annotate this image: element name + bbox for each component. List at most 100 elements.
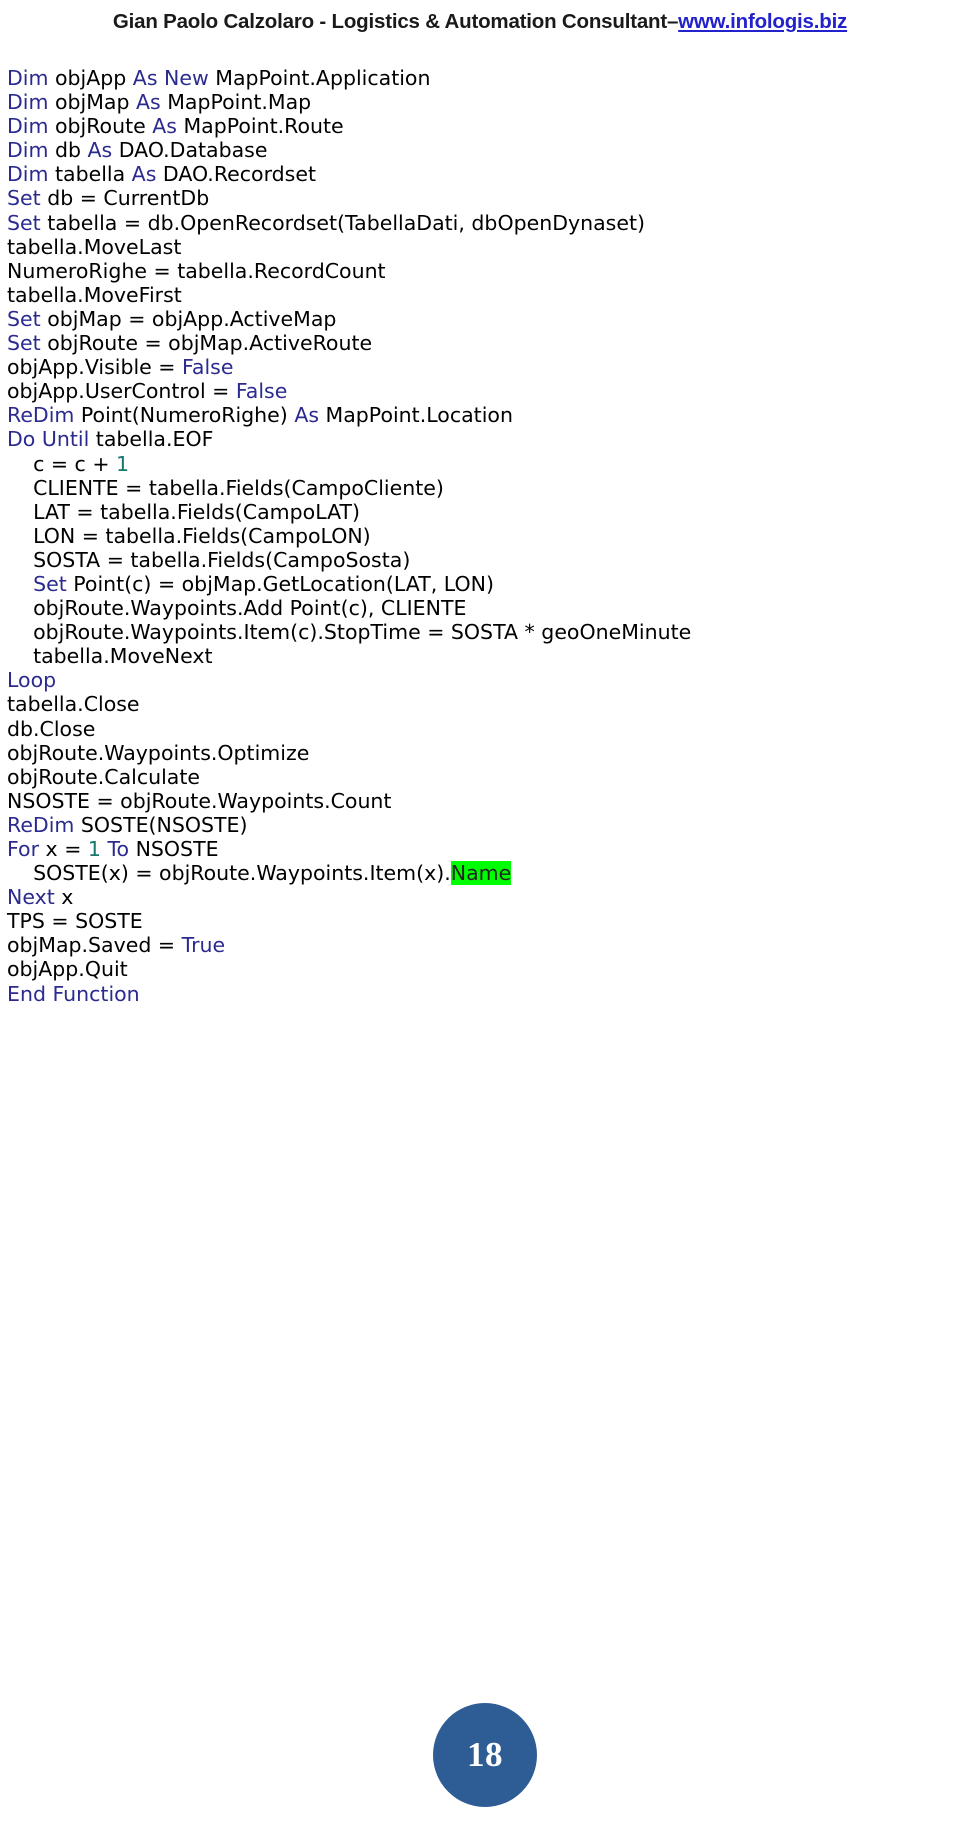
code-text: SOSTE(NSOSTE) — [74, 812, 248, 837]
code-highlighted-token: Name — [450, 861, 512, 886]
code-line: End Function — [7, 982, 937, 1006]
code-keyword: Do Until — [7, 427, 90, 452]
code-number: 1 — [116, 451, 130, 476]
code-keyword: As — [136, 90, 161, 115]
code-keyword: To — [107, 837, 130, 861]
code-line: objApp.Visible = False — [7, 355, 937, 379]
code-keyword: ReDim — [7, 403, 75, 428]
code-keyword: Set — [7, 186, 41, 211]
code-line: NSOSTE = objRoute.Waypoints.Count — [7, 789, 937, 813]
code-text: objApp.UserControl = — [7, 379, 236, 404]
code-text: tabella = db.OpenRecordset(TabellaDati, … — [40, 210, 645, 235]
code-line: LAT = tabella.Fields(CampoLAT) — [7, 500, 937, 524]
code-line: objRoute.Waypoints.Add Point(c), CLIENTE — [7, 596, 937, 620]
code-text: MapPoint.Location — [319, 403, 513, 428]
code-keyword: Set — [7, 331, 41, 356]
page-header: Gian Paolo Calzolaro - Logistics & Autom… — [0, 0, 960, 44]
code-text: Point(NumeroRighe) — [74, 403, 295, 428]
code-line: ReDim SOSTE(NSOSTE) — [7, 813, 937, 837]
code-keyword: Set — [7, 306, 41, 331]
code-keyword: True — [181, 933, 226, 958]
code-line: c = c + 1 — [7, 452, 937, 476]
code-text: c = c + — [7, 451, 117, 476]
code-line: Next x — [7, 885, 937, 909]
code-text: NSOSTE — [129, 837, 219, 861]
code-line: For x = 1 To NSOSTE — [7, 837, 937, 861]
code-line: objRoute.Waypoints.Optimize — [7, 741, 937, 765]
code-text: objMap = objApp.ActiveMap — [40, 306, 337, 331]
code-line: Set objRoute = objMap.ActiveRoute — [7, 331, 937, 355]
code-line: objApp.UserControl = False — [7, 379, 937, 403]
code-line: Dim objRoute As MapPoint.Route — [7, 114, 937, 138]
code-line: Loop — [7, 668, 937, 692]
code-text: objRoute — [48, 114, 153, 139]
code-keyword: Set — [7, 210, 41, 235]
code-text: objApp — [48, 66, 133, 90]
code-text: objRoute.Waypoints.Optimize — [7, 740, 310, 765]
code-text: SOSTA = tabella.Fields(CampoSosta) — [7, 547, 411, 572]
page-number-text: 18 — [467, 1735, 503, 1774]
code-line: objRoute.Calculate — [7, 765, 937, 789]
code-listing: Dim objApp As New MapPoint.Application Di… — [7, 66, 937, 1006]
code-text: objRoute.Calculate — [7, 764, 201, 789]
code-line: Set db = CurrentDb — [7, 186, 937, 210]
code-line: Dim objApp As New MapPoint.Application — [7, 66, 937, 90]
code-line: TPS = SOSTE — [7, 909, 937, 933]
code-line: Set tabella = db.OpenRecordset(TabellaDa… — [7, 211, 937, 235]
code-keyword: End Function — [7, 981, 140, 1006]
code-line: SOSTE(x) = objRoute.Waypoints.Item(x).Na… — [7, 861, 937, 886]
header-author-title: Gian Paolo Calzolaro - Logistics & Autom… — [112, 10, 667, 33]
code-line: objMap.Saved = True — [7, 933, 937, 957]
code-keyword: False — [235, 379, 288, 404]
code-text: SOSTE(x) = objRoute.Waypoints.Item(x). — [7, 861, 451, 886]
code-text: DAO.Recordset — [156, 162, 316, 187]
code-text: MapPoint.Route — [176, 114, 344, 139]
code-keyword: False — [182, 355, 234, 380]
code-line: tabella.MoveLast — [7, 235, 937, 259]
header-separator: – — [666, 10, 679, 33]
code-line: objRoute.Waypoints.Item(c).StopTime = SO… — [7, 620, 937, 644]
code-number: 1 — [87, 837, 101, 861]
code-line: SOSTA = tabella.Fields(CampoSosta) — [7, 548, 937, 572]
code-line: objApp.Quit — [7, 957, 937, 981]
code-line: Do Until tabella.EOF — [7, 427, 937, 451]
code-text: db — [48, 138, 88, 163]
code-text: objApp.Quit — [7, 957, 128, 982]
code-text: objMap — [48, 90, 136, 115]
code-line: tabella.Close — [7, 692, 937, 716]
code-text: Point(c) = objMap.GetLocation(LAT, LON) — [66, 571, 494, 596]
code-text: objApp.Visible = — [7, 355, 182, 380]
code-text: tabella.MoveLast — [7, 234, 182, 259]
code-line: ReDim Point(NumeroRighe) As MapPoint.Loc… — [7, 403, 937, 427]
code-text: x = — [39, 837, 88, 861]
code-text: tabella.MoveNext — [7, 644, 213, 669]
code-line: LON = tabella.Fields(CampoLON) — [7, 524, 937, 548]
code-text: LON = tabella.Fields(CampoLON) — [7, 523, 371, 548]
code-text: tabella — [48, 162, 132, 187]
code-keyword: Set — [33, 571, 67, 596]
code-line: tabella.MoveNext — [7, 644, 937, 668]
code-keyword: As — [131, 162, 157, 187]
code-text: MapPoint.Application — [208, 66, 431, 90]
code-text: LAT = tabella.Fields(CampoLAT) — [7, 499, 361, 524]
code-keyword: Loop — [7, 668, 57, 693]
code-keyword: As — [152, 114, 177, 139]
code-line: Set objMap = objApp.ActiveMap — [7, 307, 937, 331]
page-number-badge: 18 — [433, 1703, 537, 1807]
code-text: x — [54, 885, 74, 910]
code-line: CLIENTE = tabella.Fields(CampoCliente) — [7, 476, 937, 500]
code-keyword: Dim — [7, 138, 49, 163]
code-line: tabella.MoveFirst — [7, 283, 937, 307]
code-text: tabella.MoveFirst — [7, 282, 182, 307]
code-keyword: Dim — [7, 114, 49, 139]
header-website-link[interactable]: www.infologis.biz — [678, 10, 847, 34]
code-line: NumeroRighe = tabella.RecordCount — [7, 259, 937, 283]
code-text: tabella.Close — [7, 692, 140, 717]
code-text: NSOSTE = objRoute.Waypoints.Count — [7, 788, 392, 813]
code-text: objRoute.Waypoints.Add Point(c), CLIENTE — [7, 596, 467, 621]
code-line: Dim tabella As DAO.Recordset — [7, 162, 937, 186]
code-keyword: Dim — [7, 162, 49, 187]
code-text: objRoute = objMap.ActiveRoute — [40, 331, 373, 356]
code-text: db = CurrentDb — [40, 186, 210, 211]
